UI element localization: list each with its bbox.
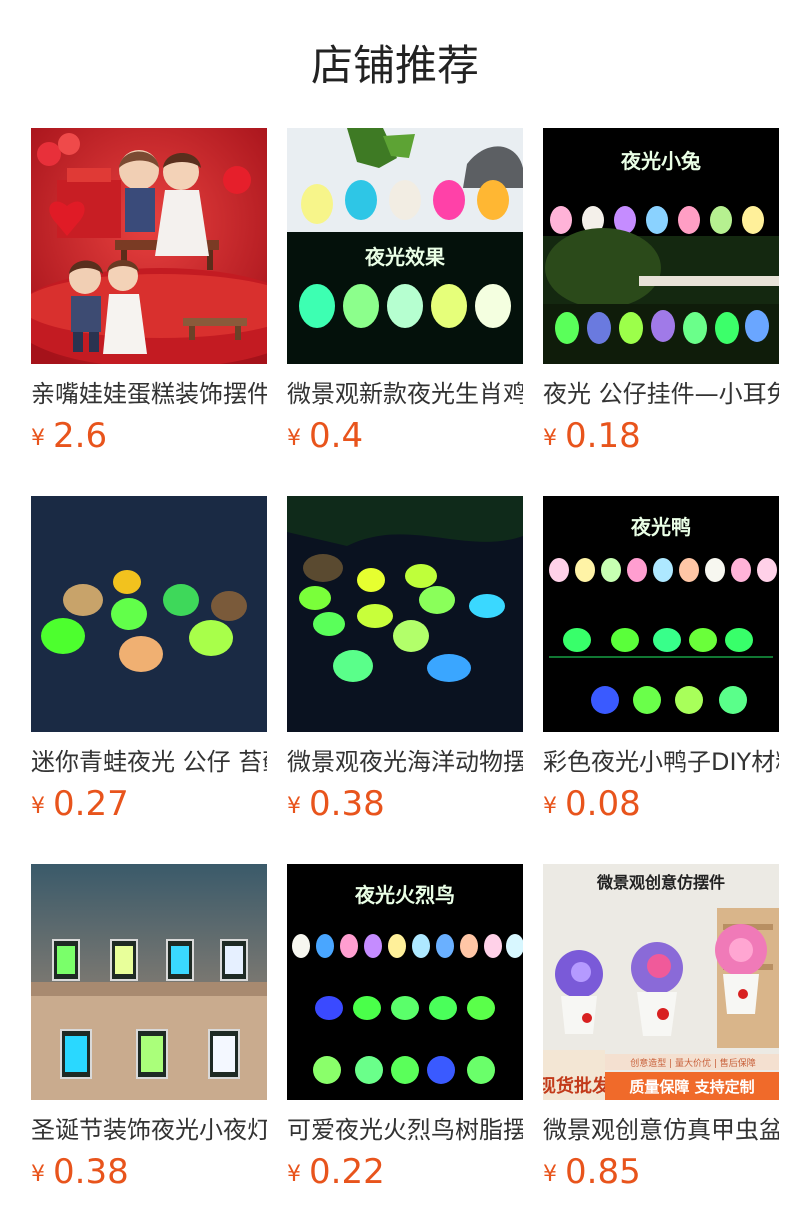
product-card[interactable]: 夜光小兔 夜光 公仔挂件—小耳兔 ¥ 0.18 — [543, 128, 779, 496]
product-image[interactable]: 夜光鸭 — [543, 496, 779, 732]
product-price: ¥2.6 — [31, 416, 107, 456]
product-name[interactable]: 可爱夜光火烈鸟树脂摆件 — [287, 1114, 523, 1146]
product-name[interactable]: 微景观创意仿真甲虫盆栽 — [543, 1114, 779, 1146]
price-value: 2.6 — [53, 416, 108, 456]
product-image[interactable] — [31, 128, 267, 364]
product-card[interactable]: 迷你青蛙夜光 公仔 苔藓 ¥0.27 — [31, 496, 267, 864]
currency-symbol: ¥ — [287, 1162, 301, 1187]
product-name[interactable]: 微景观夜光海洋动物摆件 — [287, 746, 523, 778]
product-name[interactable]: 亲嘴娃娃蛋糕装饰摆件 — [31, 378, 267, 410]
product-name[interactable]: 迷你青蛙夜光 公仔 苔藓 — [31, 746, 267, 778]
currency-symbol: ¥ — [543, 794, 557, 819]
product-image[interactable]: 夜光效果 — [287, 128, 523, 364]
product-price: ¥0.38 — [287, 784, 385, 824]
product-card[interactable]: 夜光效果 微景观新款夜光生肖鸡 ¥0.4 — [287, 128, 523, 496]
currency-symbol: ¥ — [287, 426, 301, 451]
currency-symbol: ¥ — [543, 1162, 557, 1187]
product-price: ¥0.4 — [287, 416, 363, 456]
product-name[interactable]: 圣诞节装饰夜光小夜灯 — [31, 1114, 267, 1146]
image-caption: 夜光效果 — [364, 245, 445, 269]
product-card[interactable]: 夜光火烈鸟 可爱夜光火烈鸟树脂摆 ¥ 0.22 — [287, 864, 523, 1232]
product-card[interactable]: 夜光鸭 彩色夜光小鸭子DIY材料 ¥ 0.08 — [543, 496, 779, 864]
price-value: 0.85 — [565, 1152, 641, 1192]
product-price: ¥0.22 — [287, 1152, 385, 1192]
product-name[interactable]: 夜光 公仔挂件—小耳兔 — [543, 378, 779, 410]
currency-symbol: ¥ — [287, 794, 301, 819]
currency-symbol: ¥ — [543, 426, 557, 451]
image-caption: 微景观创意仿摆件 — [596, 873, 725, 892]
price-value: 0.38 — [53, 1152, 129, 1192]
product-image[interactable]: 夜光火烈鸟 — [287, 864, 523, 1100]
product-image[interactable]: 夜光小兔 — [543, 128, 779, 364]
product-card[interactable]: 微景观夜光海洋动物摆件 ¥0.38 — [287, 496, 523, 864]
product-price: ¥0.08 — [543, 784, 641, 824]
product-name[interactable]: 彩色夜光小鸭子DIY材料 — [543, 746, 779, 778]
product-price: ¥0.27 — [31, 784, 129, 824]
product-image[interactable]: 微景观创意仿摆件 创意造型 | 量大价优 | 售后保障 现货批发 质量保障 支持… — [543, 864, 779, 1100]
product-card[interactable]: 亲嘴娃娃蛋糕装饰摆件 ¥2.6 — [31, 128, 267, 496]
currency-symbol: ¥ — [31, 794, 45, 819]
product-image[interactable] — [31, 864, 267, 1100]
product-grid: 亲嘴娃娃蛋糕装饰摆件 ¥2.6 夜光效果 微景观新款夜光生肖鸡 ¥ 0.4 夜光… — [31, 128, 779, 1232]
image-caption: 夜光火烈鸟 — [354, 883, 455, 907]
price-value: 0.08 — [565, 784, 641, 824]
image-caption: 夜光鸭 — [630, 515, 691, 539]
price-value: 0.4 — [309, 416, 364, 456]
price-value: 0.18 — [565, 416, 641, 456]
product-image[interactable] — [287, 496, 523, 732]
price-value: 0.38 — [309, 784, 385, 824]
product-name[interactable]: 微景观新款夜光生肖鸡 — [287, 378, 523, 410]
badge-stock: 现货批发 — [543, 1075, 611, 1097]
badge-quality: 质量保障 支持定制 — [629, 1078, 754, 1096]
page-title: 店铺推荐 — [310, 41, 479, 90]
product-image[interactable] — [31, 496, 267, 732]
product-card[interactable]: 微景观创意仿摆件 创意造型 | 量大价优 | 售后保障 现货批发 质量保障 支持… — [543, 864, 779, 1232]
image-caption: 夜光小兔 — [620, 149, 701, 173]
currency-symbol: ¥ — [31, 426, 45, 451]
price-value: 0.27 — [53, 784, 129, 824]
product-price: ¥0.85 — [543, 1152, 641, 1192]
product-price: ¥0.18 — [543, 416, 641, 456]
product-price: ¥0.38 — [31, 1152, 129, 1192]
currency-symbol: ¥ — [31, 1162, 45, 1187]
badge-strip: 创意造型 | 量大价优 | 售后保障 — [630, 1057, 756, 1069]
product-card[interactable]: 圣诞节装饰夜光小夜灯 ¥0.38 — [31, 864, 267, 1232]
price-value: 0.22 — [309, 1152, 385, 1192]
